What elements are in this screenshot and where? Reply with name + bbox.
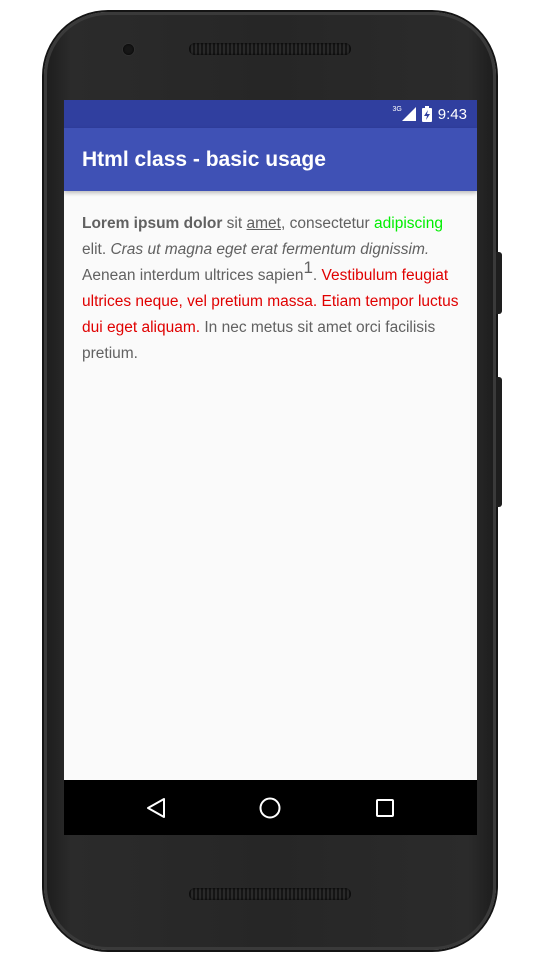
recents-button[interactable] [365, 788, 405, 828]
italic-text: Cras ut magna eget erat fermentum dignis… [110, 241, 430, 258]
status-bar: 3G 9:43 [64, 100, 477, 128]
top-speaker [189, 43, 351, 55]
recents-icon [375, 798, 394, 817]
home-icon [259, 797, 281, 818]
volume-button[interactable] [496, 377, 502, 507]
back-button[interactable] [136, 788, 176, 828]
network-indicator: 3G [392, 105, 416, 121]
navigation-bar [64, 780, 477, 835]
back-icon [147, 797, 166, 818]
plain-text: Aenean interdum ultrices sapien [82, 267, 304, 284]
plain-text: elit. [82, 241, 111, 258]
bold-text: Lorem ipsum dolor [82, 215, 223, 232]
app-title: Html class - basic usage [82, 147, 326, 171]
front-camera [123, 44, 134, 55]
screen: 3G 9:43 Html class - basic usage Lorem i… [64, 100, 477, 835]
clock: 9:43 [437, 105, 467, 123]
network-type-label: 3G [392, 105, 402, 113]
plain-text: , consectetur [280, 215, 375, 232]
power-button[interactable] [496, 252, 502, 314]
green-text: adipiscing [374, 215, 443, 232]
signal-icon [401, 107, 416, 121]
bottom-speaker [189, 888, 351, 900]
battery-charging-icon [421, 106, 432, 122]
superscript-text: 1 [303, 258, 313, 277]
plain-text: . [312, 267, 322, 284]
app-bar: Html class - basic usage [64, 128, 477, 191]
html-text-view: Lorem ipsum dolor sit amet, consectetur … [64, 191, 477, 367]
underlined-text: amet [246, 215, 281, 232]
home-button[interactable] [250, 788, 290, 828]
plain-text: sit [222, 215, 247, 232]
